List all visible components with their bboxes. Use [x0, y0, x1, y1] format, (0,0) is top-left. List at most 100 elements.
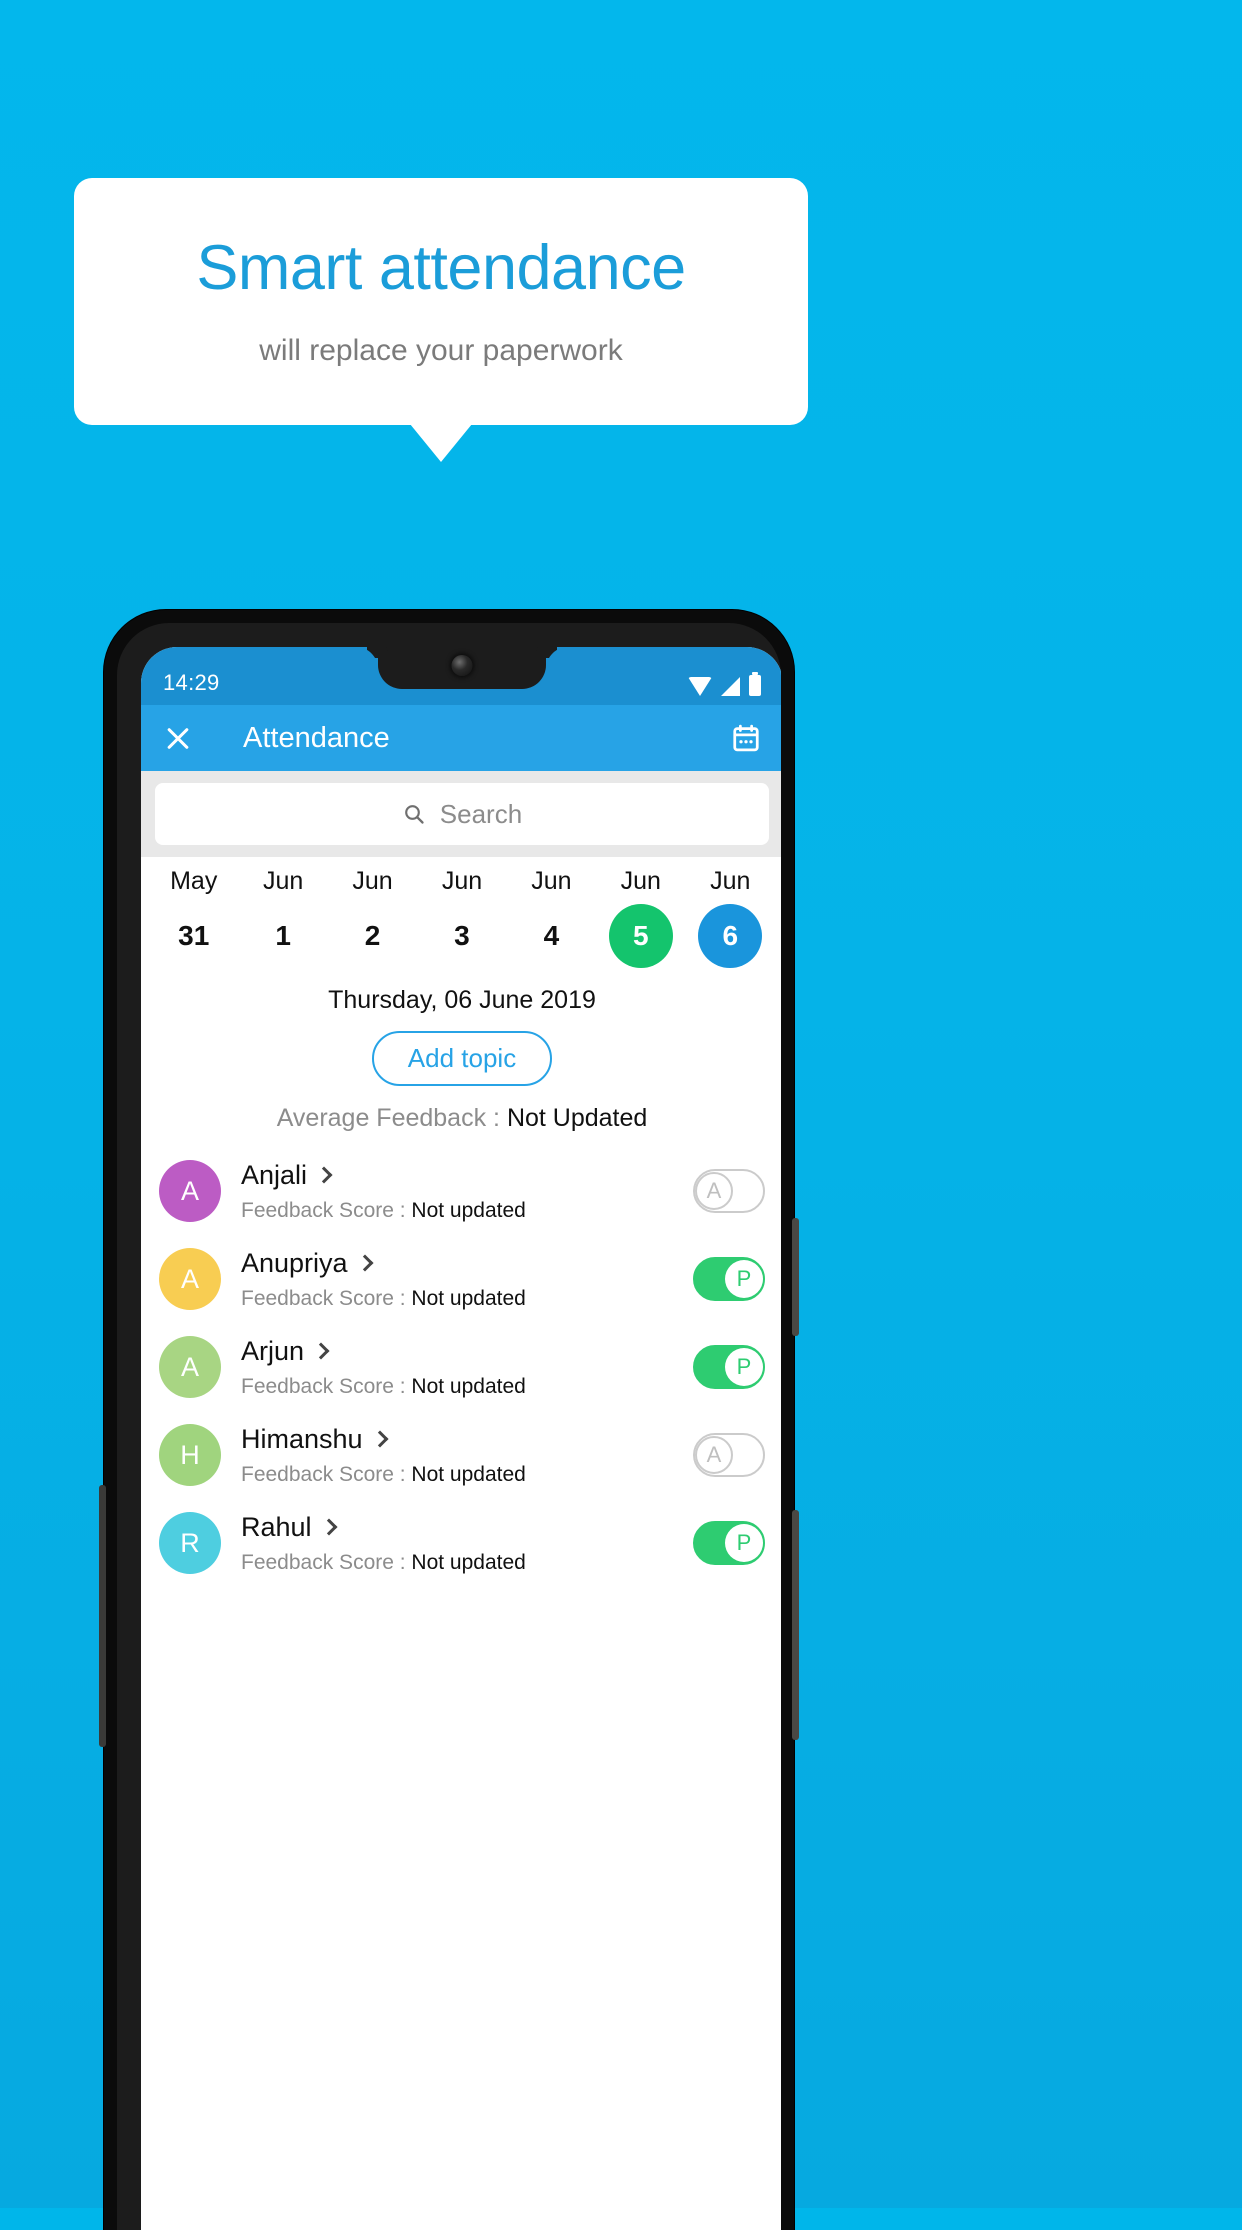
- feedback-score-value: Not updated: [411, 1286, 526, 1310]
- attendance-toggle[interactable]: P: [693, 1345, 765, 1389]
- attendance-toggle-knob: P: [725, 1524, 763, 1562]
- student-info: Himanshu Feedback Score : Not updated: [241, 1424, 693, 1487]
- date-cell[interactable]: Jun 3: [417, 867, 506, 968]
- date-cell[interactable]: Jun 1: [238, 867, 327, 968]
- date-cell[interactable]: Jun 6: [686, 867, 775, 968]
- date-day-number[interactable]: 5: [608, 904, 673, 968]
- student-info: Anjali Feedback Score : Not updated: [241, 1160, 693, 1223]
- signal-icon: [721, 677, 740, 696]
- page-title: Attendance: [243, 721, 390, 754]
- date-month-label: May: [170, 867, 218, 895]
- selected-date-label: Thursday, 06 June 2019: [141, 986, 781, 1015]
- avatar: H: [159, 1424, 221, 1486]
- phone-left-side-button[interactable]: [99, 1485, 106, 1747]
- add-topic-button[interactable]: Add topic: [371, 1031, 553, 1086]
- date-cell[interactable]: Jun 4: [507, 867, 596, 968]
- date-month-label: Jun: [352, 867, 393, 895]
- student-feedback-score: Feedback Score : Not updated: [241, 1199, 693, 1223]
- student-name: Anupriya: [241, 1247, 348, 1278]
- phone-screen: 14:29 Attendance Search May 31 Jun 1 Jun…: [141, 647, 781, 2230]
- chevron-right-icon[interactable]: [371, 1430, 389, 1448]
- promo-callout-tail: [410, 424, 472, 462]
- student-name: Rahul: [241, 1511, 312, 1542]
- date-month-label: Jun: [620, 867, 661, 895]
- chevron-right-icon[interactable]: [312, 1342, 330, 1360]
- student-row[interactable]: A Arjun Feedback Score : Not updated P: [141, 1323, 781, 1411]
- student-name: Himanshu: [241, 1423, 363, 1454]
- attendance-toggle[interactable]: A: [693, 1433, 765, 1477]
- date-strip[interactable]: May 31 Jun 1 Jun 2 Jun 3 Jun 4 Jun 5 Jun 6: [141, 857, 781, 972]
- chevron-right-icon[interactable]: [315, 1166, 333, 1184]
- student-feedback-score: Feedback Score : Not updated: [241, 1463, 693, 1487]
- wifi-icon: [688, 677, 712, 696]
- student-name-line[interactable]: Anjali: [241, 1160, 693, 1191]
- student-feedback-score: Feedback Score : Not updated: [241, 1551, 693, 1575]
- student-name-line[interactable]: Arjun: [241, 1336, 693, 1367]
- search-input[interactable]: Search: [155, 783, 769, 845]
- calendar-icon[interactable]: [731, 723, 761, 753]
- date-day-number[interactable]: 1: [251, 904, 315, 968]
- attendance-toggle[interactable]: P: [693, 1257, 765, 1301]
- promo-subtitle: will replace your paperwork: [259, 334, 623, 367]
- search-icon: [404, 805, 424, 824]
- attendance-toggle[interactable]: A: [693, 1169, 765, 1213]
- average-feedback-value: Not Updated: [506, 1104, 648, 1132]
- feedback-score-value: Not updated: [411, 1374, 526, 1398]
- chevron-right-icon[interactable]: [320, 1518, 338, 1536]
- attendance-toggle[interactable]: P: [693, 1521, 765, 1565]
- search-bar-container: Search: [141, 771, 781, 857]
- add-topic-container: Add topic: [141, 1015, 781, 1086]
- student-info: Anupriya Feedback Score : Not updated: [241, 1248, 693, 1311]
- feedback-score-value: Not updated: [411, 1198, 526, 1222]
- student-name: Anjali: [241, 1159, 308, 1190]
- date-month-label: Jun: [710, 867, 751, 895]
- attendance-toggle-knob: P: [725, 1348, 763, 1386]
- promo-callout-card: Smart attendance will replace your paper…: [74, 178, 808, 425]
- search-placeholder: Search: [439, 798, 523, 829]
- promo-title: Smart attendance: [196, 233, 686, 303]
- attendance-toggle-knob: A: [695, 1436, 733, 1474]
- date-cell[interactable]: Jun 2: [328, 867, 417, 968]
- feedback-score-value: Not updated: [411, 1462, 526, 1486]
- student-name-line[interactable]: Rahul: [241, 1512, 693, 1543]
- date-month-label: Jun: [531, 867, 572, 895]
- date-cell[interactable]: May 31: [149, 867, 238, 968]
- student-info: Rahul Feedback Score : Not updated: [241, 1512, 693, 1575]
- front-camera: [451, 655, 473, 676]
- date-month-label: Jun: [441, 867, 483, 895]
- avatar: R: [159, 1512, 221, 1574]
- date-day-number[interactable]: 3: [430, 904, 494, 968]
- feedback-score-value: Not updated: [411, 1550, 526, 1574]
- feedback-score-label: Feedback Score :: [241, 1550, 412, 1574]
- date-day-number[interactable]: 2: [341, 904, 405, 968]
- attendance-toggle-knob: P: [725, 1260, 763, 1298]
- avatar: A: [159, 1336, 221, 1398]
- student-row[interactable]: A Anjali Feedback Score : Not updated A: [141, 1147, 781, 1235]
- date-cell[interactable]: Jun 5: [596, 867, 685, 968]
- feedback-score-label: Feedback Score :: [241, 1286, 412, 1310]
- student-feedback-score: Feedback Score : Not updated: [241, 1287, 693, 1311]
- student-name-line[interactable]: Anupriya: [241, 1248, 693, 1279]
- student-row[interactable]: H Himanshu Feedback Score : Not updated A: [141, 1411, 781, 1499]
- attendance-toggle-knob: A: [695, 1172, 733, 1210]
- feedback-score-label: Feedback Score :: [241, 1462, 412, 1486]
- student-row[interactable]: R Rahul Feedback Score : Not updated P: [141, 1499, 781, 1587]
- feedback-score-label: Feedback Score :: [241, 1198, 412, 1222]
- feedback-score-label: Feedback Score :: [241, 1374, 412, 1398]
- status-bar-icons: [688, 672, 761, 696]
- phone-power-button[interactable]: [792, 1218, 799, 1336]
- phone-device-frame: 14:29 Attendance Search May 31 Jun 1 Jun…: [99, 610, 799, 2230]
- student-feedback-score: Feedback Score : Not updated: [241, 1375, 693, 1399]
- chevron-right-icon[interactable]: [356, 1254, 374, 1272]
- date-day-number[interactable]: 6: [698, 904, 763, 968]
- phone-volume-button[interactable]: [792, 1510, 799, 1740]
- date-day-number[interactable]: 4: [519, 904, 583, 968]
- avatar: A: [159, 1160, 221, 1222]
- battery-icon: [749, 672, 761, 696]
- avatar: A: [159, 1248, 221, 1310]
- student-info: Arjun Feedback Score : Not updated: [241, 1336, 693, 1399]
- student-name-line[interactable]: Himanshu: [241, 1424, 693, 1455]
- student-row[interactable]: A Anupriya Feedback Score : Not updated P: [141, 1235, 781, 1323]
- date-day-number[interactable]: 31: [162, 904, 226, 968]
- close-icon[interactable]: [163, 723, 193, 753]
